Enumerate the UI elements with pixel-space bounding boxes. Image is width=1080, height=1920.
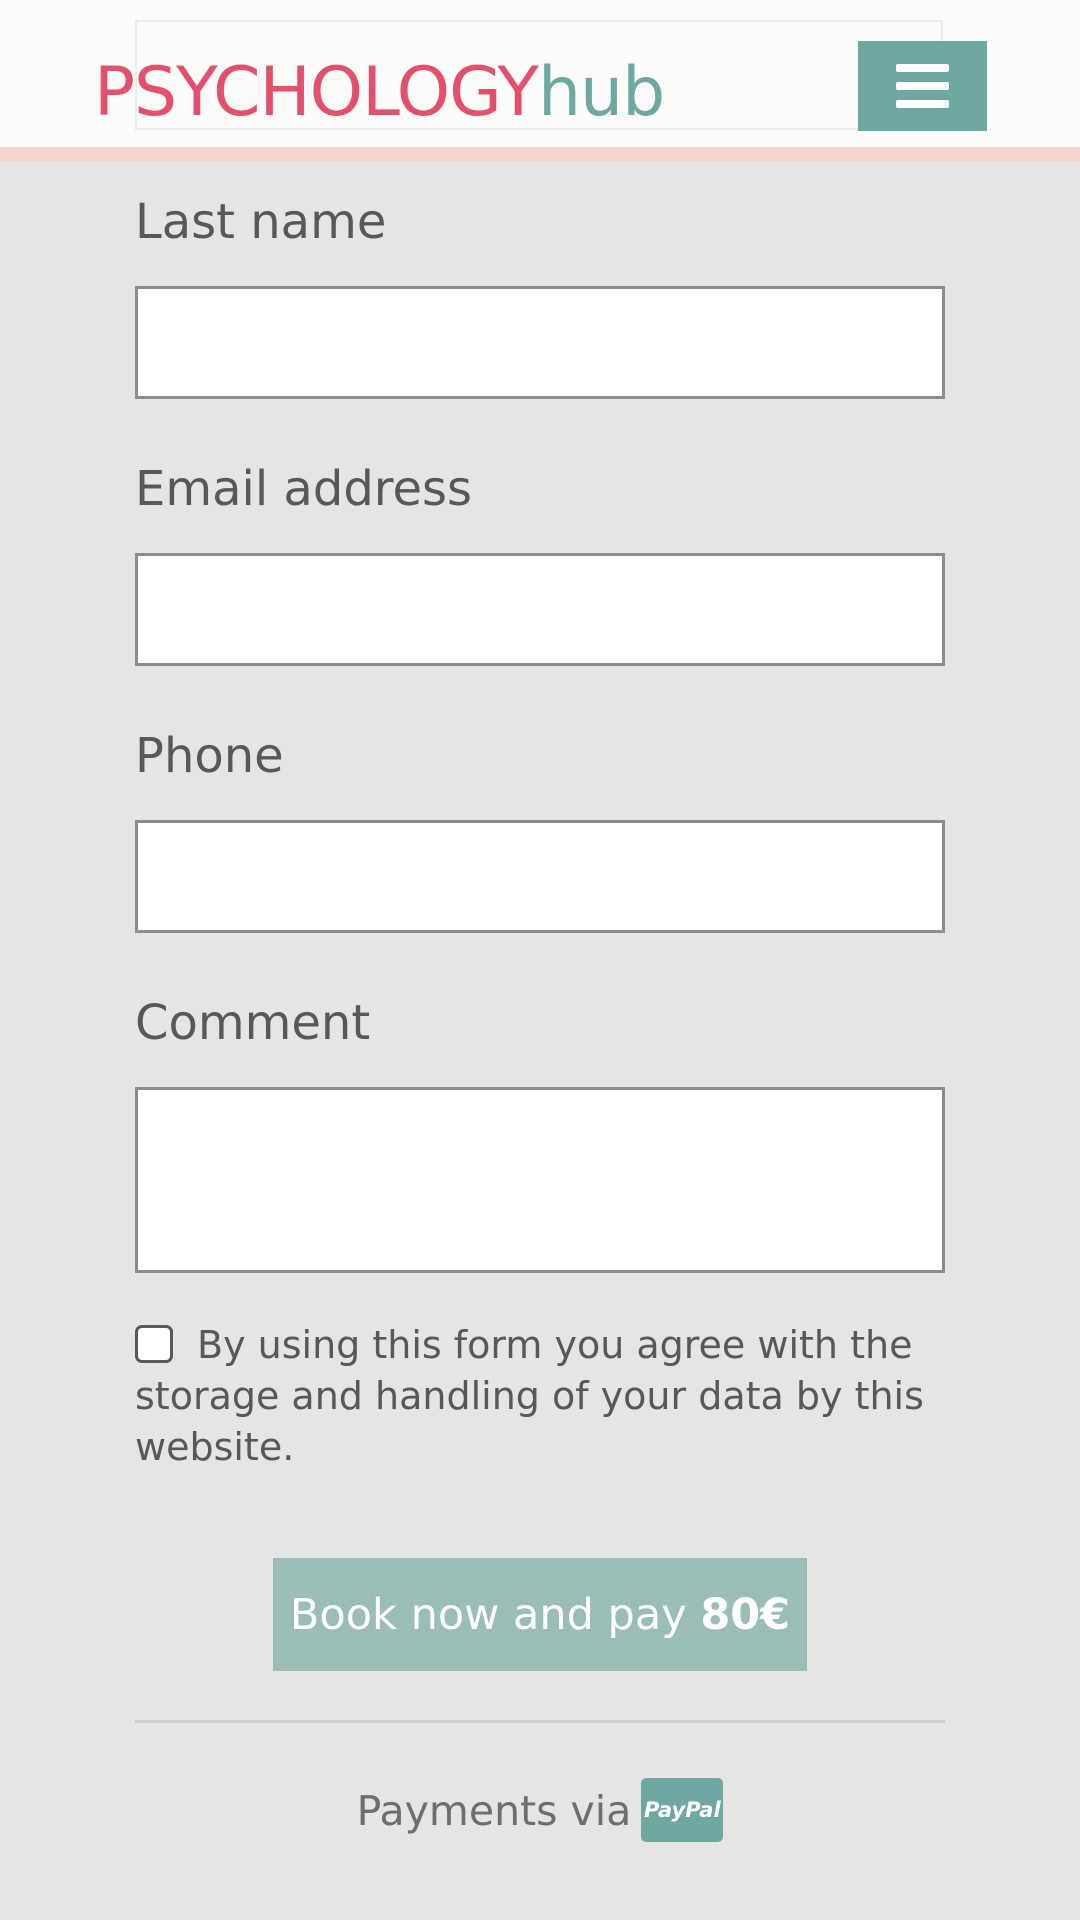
book-now-price: 80€ bbox=[700, 1589, 791, 1640]
comment-field[interactable] bbox=[135, 1087, 945, 1273]
menu-button[interactable] bbox=[858, 41, 987, 131]
payments-info: Payments via PayPal bbox=[0, 1778, 1080, 1844]
last-name-field[interactable] bbox=[135, 286, 945, 399]
payments-label: Payments via bbox=[356, 1787, 632, 1835]
book-now-label: Book now and pay bbox=[289, 1589, 701, 1640]
paypal-logo-icon: PayPal bbox=[641, 1778, 724, 1842]
book-now-button[interactable]: Book now and pay 80€ bbox=[273, 1558, 807, 1671]
last-name-label: Last name bbox=[135, 194, 387, 250]
comment-label: Comment bbox=[135, 995, 371, 1051]
email-field[interactable] bbox=[135, 553, 945, 666]
hamburger-menu-icon bbox=[896, 64, 949, 108]
phone-label: Phone bbox=[135, 728, 284, 784]
logo-text-psychology: PSYCHOLOGY bbox=[94, 53, 539, 132]
divider bbox=[135, 1720, 945, 1723]
site-header: PSYCHOLOGYhub bbox=[0, 0, 1080, 161]
phone-field[interactable] bbox=[135, 820, 945, 933]
email-label: Email address bbox=[135, 461, 473, 517]
consent-text: By using this form you agree with the st… bbox=[135, 1323, 924, 1469]
logo-text-hub: hub bbox=[537, 53, 665, 132]
site-logo[interactable]: PSYCHOLOGYhub bbox=[94, 48, 665, 138]
consent-label[interactable]: By using this form you agree with the st… bbox=[135, 1320, 935, 1473]
